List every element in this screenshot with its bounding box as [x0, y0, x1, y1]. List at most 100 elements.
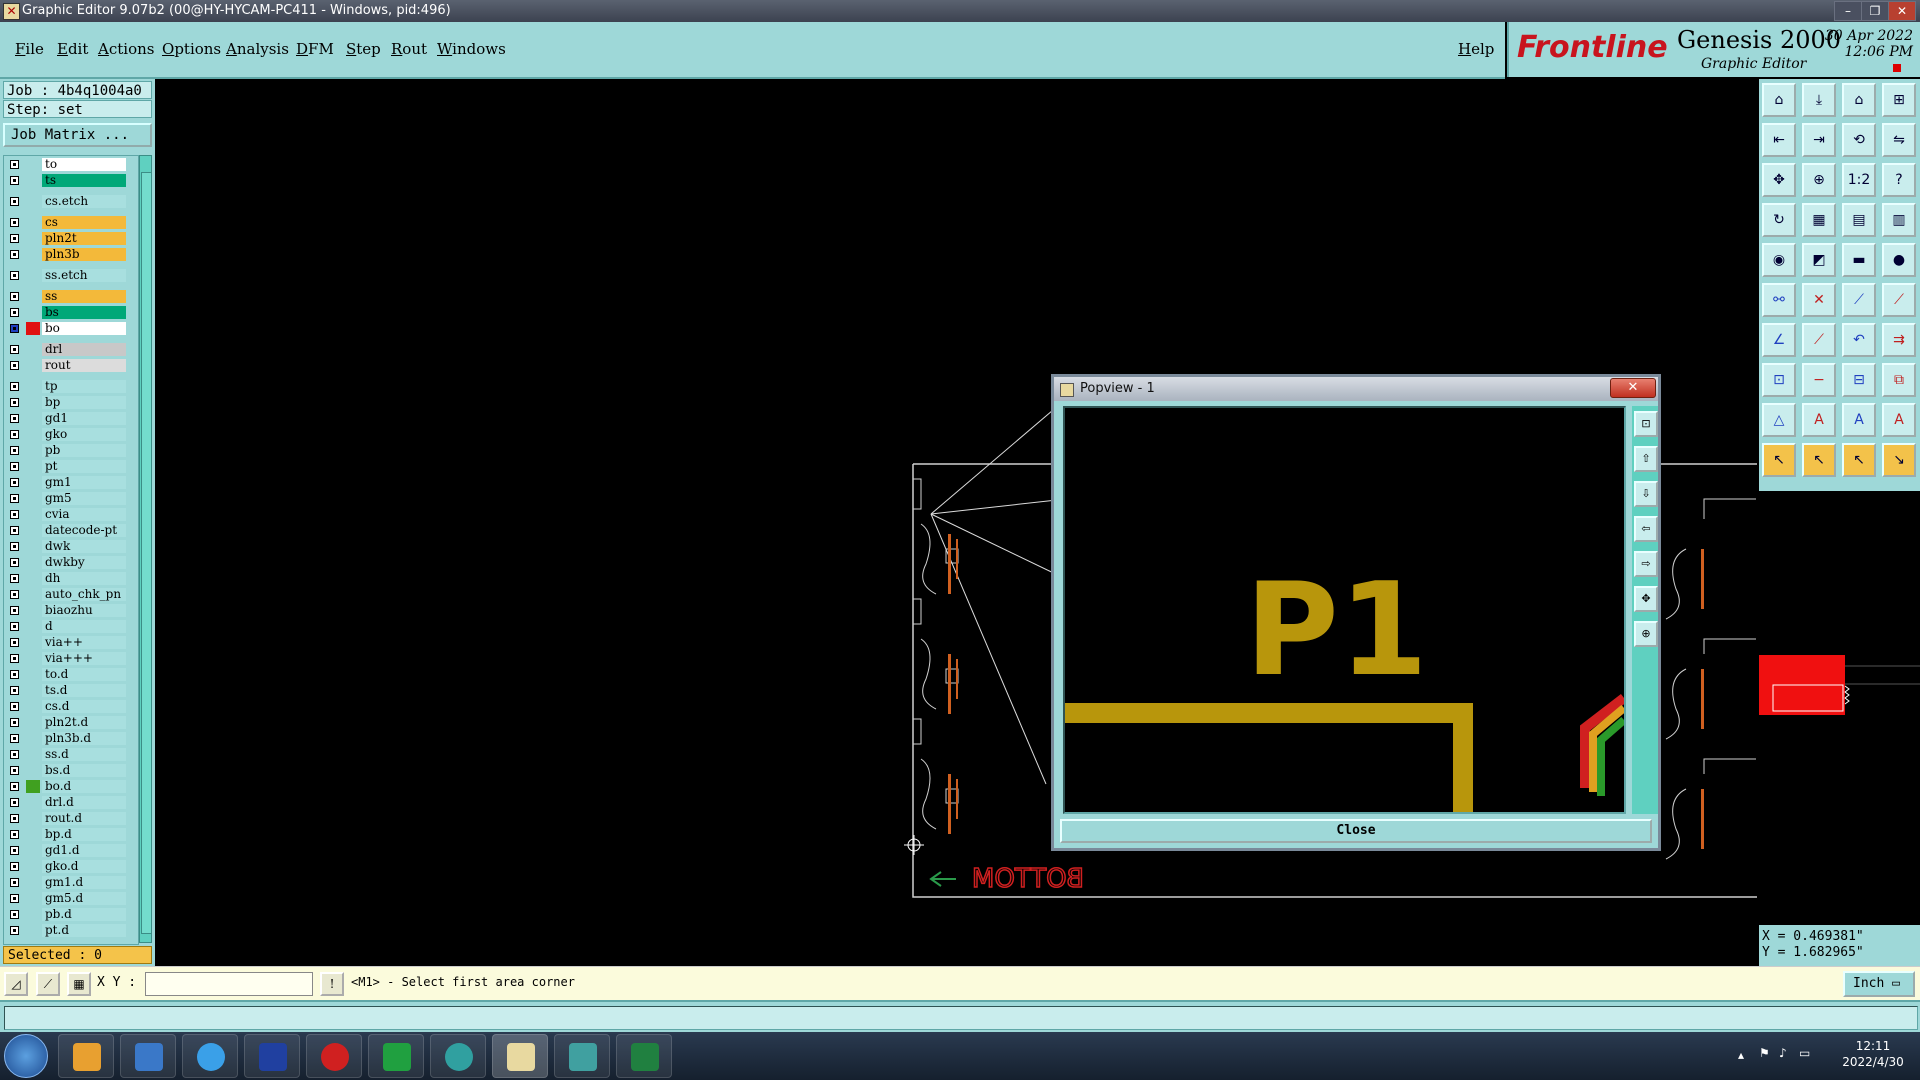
layer-row[interactable]: bs	[4, 306, 138, 320]
layer-name[interactable]: via++	[42, 636, 126, 649]
menu-edit[interactable]: Edit	[57, 40, 88, 58]
overview-minimap[interactable]	[1759, 489, 1920, 927]
layer-checkbox[interactable]	[10, 686, 19, 695]
layer-row[interactable]: drl.d	[4, 796, 138, 810]
layer-row[interactable]: bo.d	[4, 780, 138, 794]
layer-name[interactable]: cs	[42, 216, 126, 229]
layer-name[interactable]: pt	[42, 460, 126, 473]
menu-analysis[interactable]: Analysis	[226, 40, 289, 58]
layer-checkbox[interactable]	[10, 654, 19, 663]
taskbar-app-red[interactable]	[306, 1034, 362, 1078]
layer-name[interactable]: datecode-pt	[42, 524, 126, 537]
menu-rout[interactable]: Rout	[391, 40, 427, 58]
layer-name[interactable]: rout.d	[42, 812, 126, 825]
tray-network-icon[interactable]: ▭	[1799, 1046, 1810, 1060]
unit-selector[interactable]: Inch ▭	[1843, 971, 1915, 997]
layer-checkbox[interactable]	[10, 382, 19, 391]
layer-row[interactable]: pt	[4, 460, 138, 474]
layer-checkbox[interactable]	[10, 910, 19, 919]
layer-row[interactable]: rout.d	[4, 812, 138, 826]
layer-name[interactable]: pln2t.d	[42, 716, 126, 729]
layer-checkbox[interactable]	[10, 234, 19, 243]
layout-icon[interactable]: ⊞	[1882, 83, 1916, 117]
layer-checkbox[interactable]	[10, 345, 19, 354]
layer-checkbox[interactable]	[10, 926, 19, 935]
layer-checkbox[interactable]	[10, 894, 19, 903]
popview-pan-right-icon[interactable]: ⇨	[1634, 551, 1658, 577]
layer-name[interactable]: drl.d	[42, 796, 126, 809]
snap-icon[interactable]: ◿	[4, 972, 28, 996]
layer-name[interactable]: bs.d	[42, 764, 126, 777]
layer-checkbox[interactable]	[10, 542, 19, 551]
layer-checkbox[interactable]	[10, 798, 19, 807]
scrollbar-thumb[interactable]	[141, 172, 152, 934]
layer-row[interactable]: gd1	[4, 412, 138, 426]
layer-row[interactable]: bo	[4, 322, 138, 336]
layer-row[interactable]: gko.d	[4, 860, 138, 874]
layer-checkbox[interactable]	[10, 590, 19, 599]
close-button[interactable]: ✕	[1888, 1, 1916, 21]
layer-name[interactable]: d	[42, 620, 126, 633]
taskbar-app-browser[interactable]	[182, 1034, 238, 1078]
grid-icon[interactable]: ▦	[67, 972, 91, 996]
filter-icon[interactable]: ▥	[1882, 203, 1916, 237]
triangle-icon[interactable]: △	[1762, 403, 1796, 437]
layer-name[interactable]: gm1.d	[42, 876, 126, 889]
layer-row[interactable]: pln3b.d	[4, 732, 138, 746]
layer-checkbox[interactable]	[10, 862, 19, 871]
layer-checkbox[interactable]	[10, 670, 19, 679]
layer-checkbox[interactable]	[10, 510, 19, 519]
layer-row[interactable]: ss.d	[4, 748, 138, 762]
layer-checkbox[interactable]	[10, 622, 19, 631]
connect-icon[interactable]: ⚯	[1762, 283, 1796, 317]
zoom-back-icon[interactable]: ⟲	[1842, 123, 1876, 157]
layer-name[interactable]: pt.d	[42, 924, 126, 937]
popview-zoom-in-icon[interactable]: ✥	[1634, 586, 1658, 612]
snap-pad-icon[interactable]: ⊡	[1762, 363, 1796, 397]
layer-row[interactable]: dwkby	[4, 556, 138, 570]
menu-file[interactable]: File	[15, 40, 44, 58]
menu-options[interactable]: Options	[162, 40, 221, 58]
minimize-button[interactable]: –	[1834, 1, 1862, 21]
layer-checkbox[interactable]	[10, 176, 19, 185]
menu-help[interactable]: Help	[1458, 40, 1494, 58]
split-icon[interactable]: ⇉	[1882, 323, 1916, 357]
arc-node-icon[interactable]: ⟋	[1882, 283, 1916, 317]
select-rotate-icon[interactable]: ↖	[1842, 443, 1876, 477]
layer-row[interactable]: bs.d	[4, 764, 138, 778]
layer-checkbox[interactable]	[10, 160, 19, 169]
layer-row[interactable]: to	[4, 158, 138, 172]
layer-name[interactable]: gm5	[42, 492, 126, 505]
layer-row[interactable]: pln3b	[4, 248, 138, 262]
layer-row[interactable]: bp.d	[4, 828, 138, 842]
layer-name[interactable]: rout	[42, 359, 126, 372]
help-icon[interactable]: ?	[1882, 163, 1916, 197]
layer-name[interactable]: ss.etch	[42, 269, 126, 282]
layer-checkbox[interactable]	[10, 526, 19, 535]
layer-checkbox[interactable]	[10, 606, 19, 615]
layer-row[interactable]: pt.d	[4, 924, 138, 938]
layer-name[interactable]: dwk	[42, 540, 126, 553]
layer-name[interactable]: bp	[42, 396, 126, 409]
layer-checkbox[interactable]	[10, 462, 19, 471]
layer-name[interactable]: bs	[42, 306, 126, 319]
layer-row[interactable]: ts	[4, 174, 138, 188]
layer-row[interactable]: cs.etch	[4, 195, 138, 209]
layer-checkbox[interactable]	[10, 574, 19, 583]
tray-arrow-icon[interactable]: ▴	[1738, 1048, 1744, 1062]
layer-row[interactable]: cs	[4, 216, 138, 230]
layer-row[interactable]: cvia	[4, 508, 138, 522]
layer-row[interactable]: pb.d	[4, 908, 138, 922]
layer-row[interactable]: bp	[4, 396, 138, 410]
layer-row[interactable]: gm5.d	[4, 892, 138, 906]
layer-checkbox[interactable]	[10, 361, 19, 370]
layer-row[interactable]: gd1.d	[4, 844, 138, 858]
layer-name[interactable]: dwkby	[42, 556, 126, 569]
layer-name[interactable]: cvia	[42, 508, 126, 521]
layer-row[interactable]: gm1	[4, 476, 138, 490]
layer-checkbox[interactable]	[10, 718, 19, 727]
arc-icon[interactable]: ↶	[1842, 323, 1876, 357]
layer-row[interactable]: via+++	[4, 652, 138, 666]
layer-checkbox[interactable]	[10, 197, 19, 206]
fit-screen-icon[interactable]: ✥	[1762, 163, 1796, 197]
